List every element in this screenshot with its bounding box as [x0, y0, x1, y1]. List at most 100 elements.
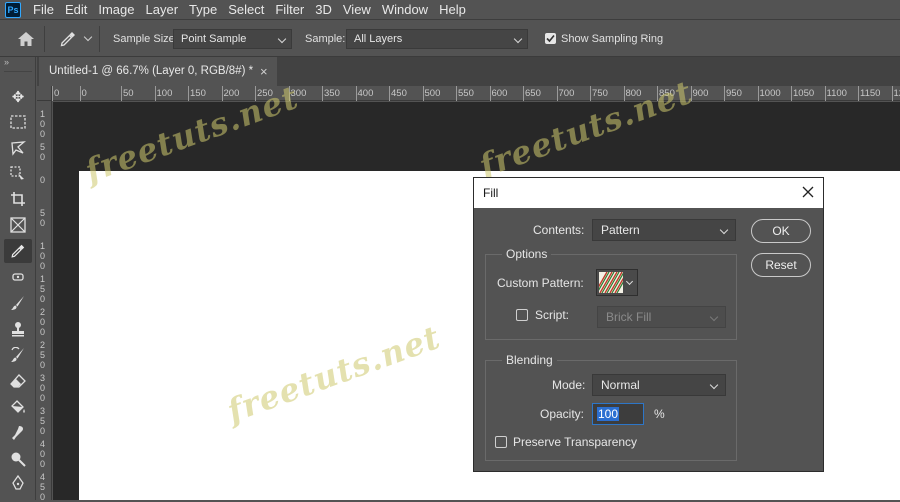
ruler-tick-label: 0 [54, 88, 59, 99]
mode-select[interactable]: Normal [592, 374, 726, 396]
ruler-tick-label: 750 [592, 88, 608, 99]
opacity-input[interactable]: 100 [592, 403, 644, 425]
ruler-tick-mark [490, 86, 491, 101]
paint-bucket-tool-icon[interactable] [4, 395, 32, 419]
separator [99, 26, 100, 52]
ruler-tick-label: 0 [40, 175, 45, 185]
ruler-tick-label: 1 0 0 [40, 241, 45, 271]
history-brush-tool-icon[interactable] [4, 343, 32, 367]
ruler-tick-mark [322, 86, 323, 101]
sample-select[interactable]: All Layers [346, 29, 528, 49]
move-tool-icon[interactable]: ✥ [4, 85, 32, 109]
lasso-tool-icon[interactable] [4, 136, 32, 160]
show-sampling-ring-checkbox[interactable] [545, 33, 556, 44]
object-selection-tool-icon[interactable] [4, 161, 32, 185]
menu-filter[interactable]: Filter [270, 0, 309, 19]
pattern-swatch-icon [599, 272, 623, 293]
sample-value: All Layers [354, 33, 402, 45]
sample-label: Sample: [305, 33, 345, 45]
contents-value: Pattern [601, 223, 640, 237]
vertical-ruler[interactable]: 1 0 05 005 01 0 01 5 02 0 02 5 03 0 03 5… [37, 101, 52, 500]
eraser-tool-icon[interactable] [4, 369, 32, 393]
ruler-tick-mark [791, 86, 792, 101]
menu-select[interactable]: Select [223, 0, 269, 19]
fill-dialog: Fill Contents: Pattern OK Reset Options … [473, 177, 824, 472]
ruler-tick-label: 5 0 [40, 208, 45, 228]
dialog-title: Fill [483, 186, 498, 200]
ruler-tick-label: 50 [123, 88, 134, 99]
menu-type[interactable]: Type [184, 0, 222, 19]
clone-stamp-tool-icon[interactable] [4, 317, 32, 341]
ruler-tick-label: 500 [425, 88, 441, 99]
ruler-tick-label: 4 0 0 [40, 439, 45, 469]
blending-group-title: Blending [502, 353, 557, 367]
document-tab-bar: Untitled-1 @ 66.7% (Layer 0, RGB/8#) * × [37, 57, 900, 86]
custom-pattern-label: Custom Pattern: [497, 276, 584, 290]
custom-pattern-picker[interactable] [596, 269, 638, 296]
opacity-unit: % [654, 407, 665, 421]
brush-tool-icon[interactable] [4, 291, 32, 315]
menu-image[interactable]: Image [93, 0, 139, 19]
ruler-tick-mark [80, 86, 81, 101]
mode-label: Mode: [552, 378, 585, 392]
photoshop-logo[interactable]: Ps [5, 2, 21, 18]
eyedropper-tool-icon[interactable] [4, 239, 32, 263]
ok-button[interactable]: OK [751, 219, 811, 243]
ruler-tick-label: 450 [391, 88, 407, 99]
dialog-title-bar[interactable]: Fill [474, 178, 823, 208]
tools-panel: » ✥ [0, 57, 36, 500]
close-tab-icon[interactable]: × [260, 57, 268, 86]
menu-file[interactable]: File [28, 0, 59, 19]
frame-tool-icon[interactable] [4, 213, 32, 237]
document-tab[interactable]: Untitled-1 @ 66.7% (Layer 0, RGB/8#) * × [39, 57, 277, 86]
ruler-origin[interactable] [37, 86, 52, 101]
menu-layer[interactable]: Layer [141, 0, 184, 19]
script-checkbox[interactable] [516, 309, 528, 321]
horizontal-ruler[interactable]: 0050100150200250300350400450500550600650… [52, 86, 900, 101]
show-sampling-ring-label: Show Sampling Ring [561, 33, 663, 45]
menu-window[interactable]: Window [377, 0, 433, 19]
close-icon[interactable] [801, 185, 815, 199]
menu-bar: Ps File Edit Image Layer Type Select Fil… [0, 0, 900, 19]
ruler-tick-label: 1050 [793, 88, 814, 99]
ruler-tick-mark [222, 86, 223, 101]
script-select[interactable]: Brick Fill [597, 306, 726, 328]
marquee-tool-icon[interactable] [4, 110, 32, 134]
ruler-tick-label: 1200 [894, 88, 900, 99]
opacity-value: 100 [597, 407, 619, 421]
ruler-tick-mark [758, 86, 759, 101]
sample-size-select[interactable]: Point Sample [173, 29, 292, 49]
ruler-tick-label: 5 0 [40, 142, 45, 162]
chevron-down-icon [626, 278, 633, 285]
menu-3d[interactable]: 3D [310, 0, 337, 19]
crop-tool-icon[interactable] [4, 187, 32, 211]
chevron-down-icon [710, 313, 718, 321]
menu-help[interactable]: Help [434, 0, 471, 19]
eyedropper-icon[interactable] [59, 30, 77, 48]
collapse-panel-icon[interactable]: » [4, 57, 9, 67]
pen-tool-icon[interactable] [4, 471, 32, 495]
ruler-tick-label: 0 [82, 88, 87, 99]
ruler-tick-mark [724, 86, 725, 101]
menu-view[interactable]: View [338, 0, 376, 19]
chevron-down-icon [720, 226, 728, 234]
ruler-tick-mark [423, 86, 424, 101]
spot-healing-tool-icon[interactable] [4, 265, 32, 289]
ruler-tick-label: 150 [190, 88, 206, 99]
home-icon[interactable] [17, 31, 35, 47]
ruler-tick-label: 700 [559, 88, 575, 99]
dodge-tool-icon[interactable] [4, 447, 32, 471]
reset-button[interactable]: Reset [751, 253, 811, 277]
separator [4, 71, 32, 72]
tool-preset-chevron-down-icon[interactable] [84, 33, 92, 41]
ruler-tick-label: 550 [458, 88, 474, 99]
options-bar: Sample Size: Point Sample Sample: All La… [0, 19, 900, 57]
smudge-tool-icon[interactable] [4, 421, 32, 445]
preserve-transparency-checkbox[interactable] [495, 436, 507, 448]
ruler-tick-label: 2 5 0 [40, 340, 45, 370]
menu-edit[interactable]: Edit [60, 0, 92, 19]
contents-select[interactable]: Pattern [592, 219, 736, 241]
ruler-tick-mark [389, 86, 390, 101]
ruler-tick-label: 2 0 0 [40, 307, 45, 337]
ruler-tick-mark [892, 86, 893, 101]
